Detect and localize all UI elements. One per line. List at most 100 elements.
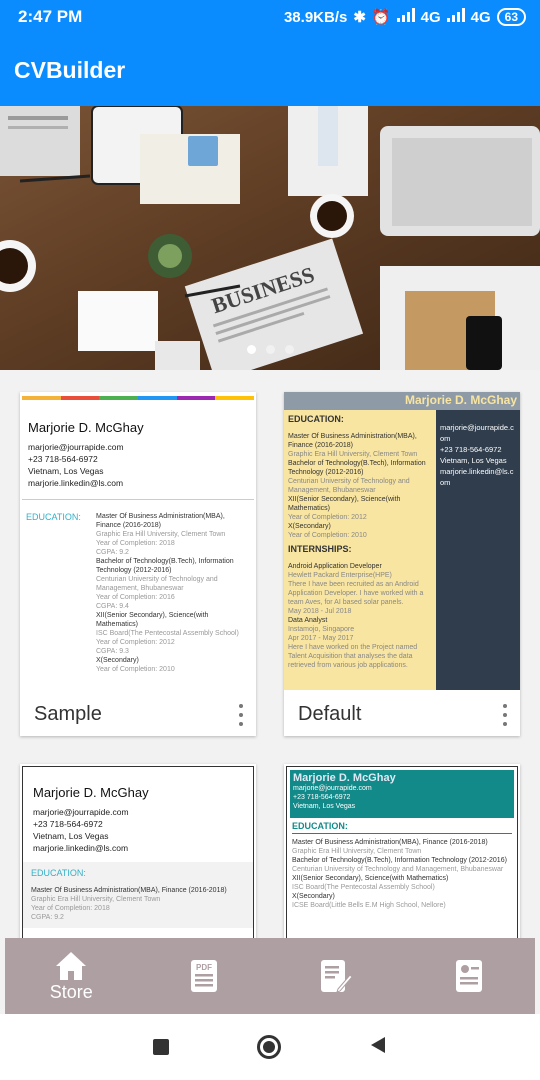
edu-year: Year of Completion: 2010 <box>288 532 367 539</box>
edu-school: ISC Board(The Pentecostal Assembly Schoo… <box>96 630 239 637</box>
template-card-sample[interactable]: Marjorie D. McGhay marjorie@jourrapide.c… <box>20 392 256 736</box>
edu-item: Bachelor of Technology(B.Tech), Informat… <box>96 558 234 574</box>
resume-main-column: EDUCATION: Master Of Business Administra… <box>284 410 436 690</box>
edu-cgpa: CGPA: 9.3 <box>96 648 129 655</box>
back-button[interactable] <box>369 1035 387 1060</box>
resume-location: Vietnam, Los Vegas <box>28 466 104 476</box>
template-card-default[interactable]: Marjorie D. McGhay EDUCATION: Master Of … <box>284 392 520 736</box>
more-options-icon[interactable] <box>502 704 508 726</box>
edu-item: XII(Senior Secondary), Science(with Math… <box>288 496 401 512</box>
resume-linkedin: marjorie.linkedin@ls.com <box>33 843 129 853</box>
carousel-indicator <box>0 345 540 354</box>
signal-icon <box>396 8 415 26</box>
intern-desc: There I have been recruited as an Androi… <box>288 581 424 606</box>
nav-pdf[interactable]: PDF <box>159 959 249 993</box>
card-label: Sample <box>34 702 102 725</box>
nav-store-label: Store <box>49 981 93 1002</box>
network-speed: 38.9KB/s <box>283 8 348 26</box>
internships-heading: INTERNSHIPS: <box>288 544 352 554</box>
intern-company: Hewlett Packard Enterprise(HPE) <box>288 572 392 579</box>
bluetooth-icon: ✱ <box>353 9 366 26</box>
edu-school: Graphic Era Hill University, Clement Tow… <box>288 451 418 458</box>
edu-year: Year of Completion: 2016 <box>96 594 175 601</box>
intern-dates: Apr 2017 - May 2017 <box>288 635 354 642</box>
hero-carousel[interactable]: BUSINESS <box>0 106 540 370</box>
edu-item: Bachelor of Technology(B.Tech), Informat… <box>288 460 426 476</box>
resume-linkedin: marjorie.linkedin@ls.com <box>440 467 514 487</box>
template-preview: Marjorie D. McGhay EDUCATION: Master Of … <box>284 392 520 690</box>
edu-year: Year of Completion: 2012 <box>96 639 175 646</box>
recents-button[interactable] <box>153 1039 169 1055</box>
resume-location: Vietnam, Los Vegas <box>293 803 356 810</box>
edu-item: Master Of Business Administration(MBA), … <box>96 513 225 529</box>
resume-email: marjorie@jourrapide.com <box>440 423 514 443</box>
edu-school: ISC Board(The Pentecostal Assembly Schoo… <box>292 884 435 891</box>
template-card-3[interactable]: Marjorie D. McGhay marjorie@jourrapide.c… <box>20 764 256 938</box>
desk-photo: BUSINESS <box>0 106 540 370</box>
resume-name: Marjorie D. McGhay <box>284 392 520 410</box>
resume-phone: +23 718-564-6972 <box>28 454 98 464</box>
home-icon <box>56 951 87 980</box>
network-type-2: 4G <box>470 8 491 26</box>
network-type-1: 4G <box>420 8 441 26</box>
education-heading: EDUCATION: <box>288 414 344 424</box>
edu-school: Graphic Era Hill University, Clement Tow… <box>31 896 161 903</box>
resume-name: Marjorie D. McGhay <box>293 772 396 784</box>
nav-store[interactable]: Store <box>26 950 116 1003</box>
edu-school: Centurian University of Technology and M… <box>96 576 218 592</box>
edu-year: Year of Completion: 2010 <box>96 666 175 673</box>
resume-header: Marjorie D. McGhay marjorie@jourrapide.c… <box>290 770 514 818</box>
carousel-dot[interactable] <box>284 345 294 354</box>
home-button[interactable] <box>257 1035 281 1059</box>
edu-school: Graphic Era Hill University, Clement Tow… <box>96 531 226 538</box>
edu-cgpa: CGPA: 9.2 <box>31 914 64 921</box>
edu-item: XII(Senior Secondary), Science(with Math… <box>292 875 449 882</box>
resume-email: marjorie@jourrapide.com <box>293 785 372 792</box>
edu-school: Centurian University of Technology and M… <box>288 478 410 494</box>
nav-edit[interactable] <box>291 959 381 993</box>
intern-title: Android Application Developer <box>288 563 382 570</box>
edu-item: Master Of Business Administration(MBA), … <box>288 433 417 449</box>
edu-item: XII(Senior Secondary), Science(with Math… <box>96 612 209 628</box>
resume-side-column: marjorie@jourrapide.com +23 718-564-6972… <box>436 410 520 690</box>
edu-year: Year of Completion: 2018 <box>96 540 175 547</box>
resume-email: marjorie@jourrapide.com <box>28 442 124 452</box>
card-label: Default <box>298 702 362 725</box>
more-options-icon[interactable] <box>238 704 244 726</box>
divider <box>22 499 254 500</box>
edu-item: Master Of Business Administration(MBA), … <box>292 839 488 846</box>
template-preview: Marjorie D. McGhay marjorie@jourrapide.c… <box>22 766 254 938</box>
color-bar <box>22 396 254 400</box>
edit-document-icon <box>321 960 353 993</box>
education-heading: EDUCATION: <box>26 512 81 522</box>
template-grid: Marjorie D. McGhay marjorie@jourrapide.c… <box>0 370 540 938</box>
resume-location: Vietnam, Los Vegas <box>33 831 109 841</box>
resume-location: Vietnam, Los Vegas <box>440 456 507 465</box>
edu-school: Centurian University of Technology and M… <box>292 866 504 873</box>
intern-desc: Here I have worked on the Project named … <box>288 644 418 669</box>
education-heading: EDUCATION: <box>292 821 348 831</box>
status-bar: 2:47 PM 38.9KB/s ✱ ⏰ 4G 4G 63 <box>0 0 540 34</box>
resume-phone: +23 718-564-6972 <box>33 819 103 829</box>
edu-year: Year of Completion: 2018 <box>31 905 110 912</box>
svg-text:PDF: PDF <box>196 963 212 972</box>
intern-company: Instamojo, Singapore <box>288 626 355 633</box>
template-preview: Marjorie D. McGhay marjorie@jourrapide.c… <box>22 394 254 690</box>
resume-name: Marjorie D. McGhay <box>28 420 144 435</box>
template-preview: Marjorie D. McGhay marjorie@jourrapide.c… <box>286 766 518 938</box>
edu-item: Master Of Business Administration(MBA), … <box>31 887 227 894</box>
bottom-navigation: Store PDF <box>5 938 535 1014</box>
resume-phone: +23 718-564-6972 <box>440 445 502 454</box>
edu-item: X(Secondary) <box>288 523 331 530</box>
edu-item: Bachelor of Technology(B.Tech), Informat… <box>292 857 507 864</box>
nav-profile[interactable] <box>424 959 514 993</box>
alarm-icon: ⏰ <box>371 9 391 26</box>
template-card-4[interactable]: Marjorie D. McGhay marjorie@jourrapide.c… <box>284 764 520 938</box>
pdf-icon: PDF <box>190 960 217 992</box>
edu-year: Year of Completion: 2012 <box>288 514 367 521</box>
status-time: 2:47 PM <box>18 7 83 26</box>
carousel-dot[interactable] <box>265 345 275 354</box>
edu-cgpa: CGPA: 9.2 <box>96 549 129 556</box>
carousel-dot[interactable] <box>246 345 256 354</box>
signal-icon <box>446 8 465 26</box>
